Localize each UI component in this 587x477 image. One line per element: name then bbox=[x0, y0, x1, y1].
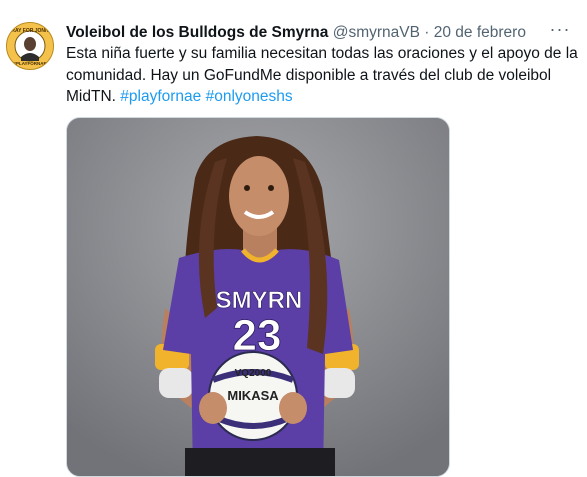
tweet-header: Voleibol de los Bulldogs de Smyrna @smyr… bbox=[66, 22, 547, 44]
tweet-text: Esta niña fuerte y su familia necesitan … bbox=[66, 43, 581, 108]
jersey-text: SMYRN bbox=[216, 287, 303, 314]
ball-brand-text: MIKASA bbox=[227, 388, 279, 403]
avatar-bottom-text: #PLAYFORNAE bbox=[13, 61, 46, 66]
tweet-card[interactable]: PRAY FOR JONNY #PLAYFORNAE Voleibol de l… bbox=[0, 0, 587, 477]
hashtag-link[interactable]: #playfornae bbox=[120, 88, 201, 105]
avatar-top-text: PRAY FOR JONNY bbox=[8, 28, 53, 34]
separator-dot: · bbox=[424, 24, 430, 41]
hashtag-link[interactable]: #onlyoneshs bbox=[206, 88, 293, 105]
author-handle[interactable]: @smyrnaVB bbox=[333, 24, 420, 41]
ball-model-text: VQ2000 bbox=[235, 368, 272, 379]
tweet-photo[interactable]: SMYRN 23 VQ2000 MIKASA bbox=[66, 117, 450, 477]
author-name[interactable]: Voleibol de los Bulldogs de Smyrna bbox=[66, 24, 328, 41]
avatar[interactable]: PRAY FOR JONNY #PLAYFORNAE bbox=[6, 22, 54, 70]
tweet-date[interactable]: 20 de febrero bbox=[434, 24, 526, 41]
more-horizontal-icon[interactable]: ··· bbox=[547, 18, 573, 44]
volleyball-player-photo: SMYRN 23 VQ2000 MIKASA bbox=[67, 118, 449, 476]
avatar-image: PRAY FOR JONNY #PLAYFORNAE bbox=[8, 24, 53, 68]
